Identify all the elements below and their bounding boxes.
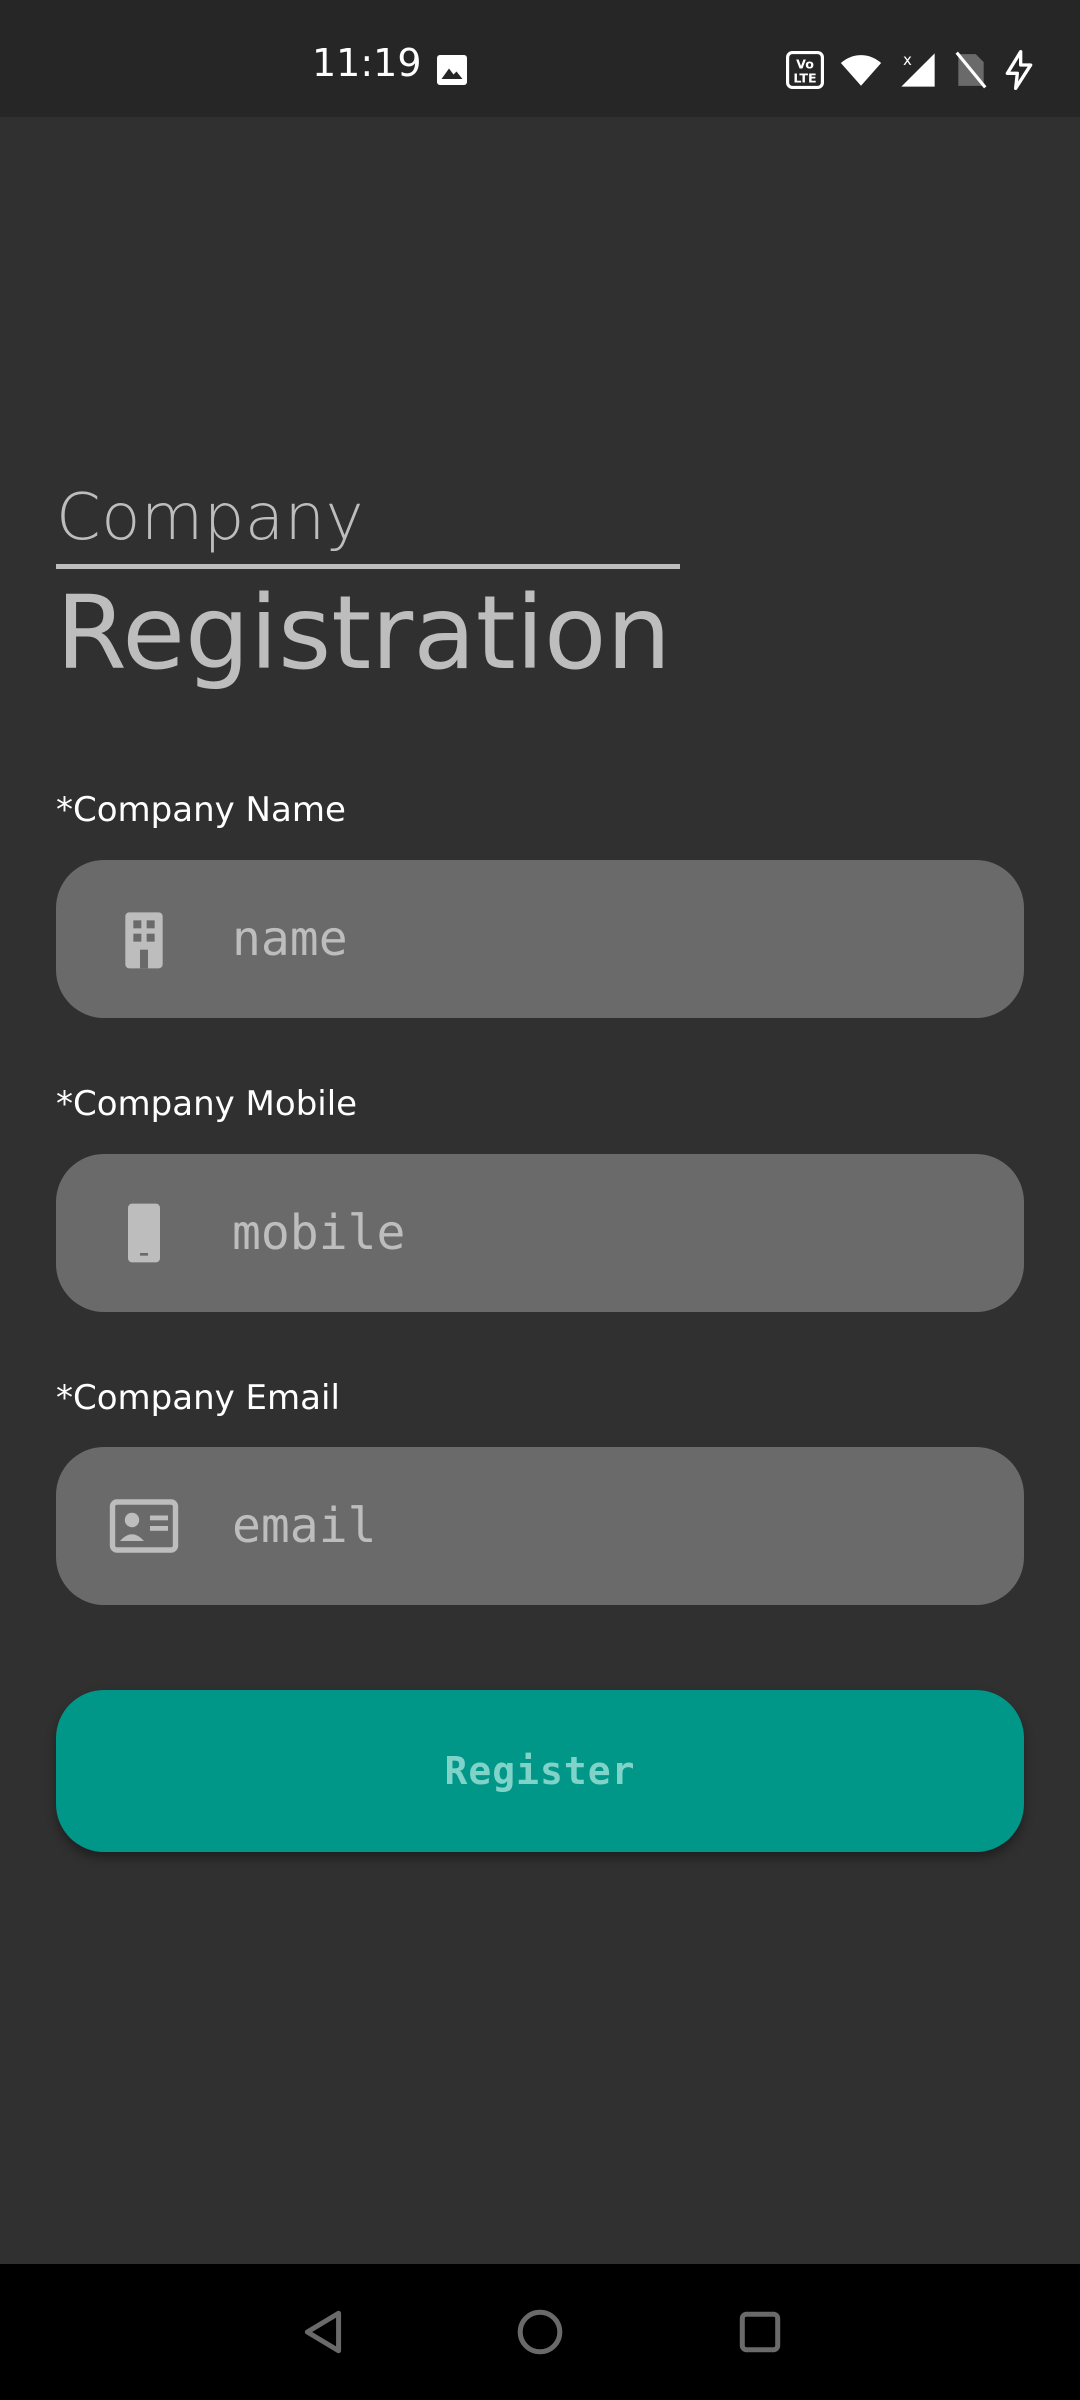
company-name-input[interactable] bbox=[232, 860, 992, 1018]
contact-card-icon bbox=[109, 1499, 179, 1553]
home-button[interactable] bbox=[500, 2292, 580, 2372]
status-bar: 11:19 Vo LTE x bbox=[0, 0, 1080, 117]
registration-screen: 11:19 Vo LTE x Company Registration *Com… bbox=[0, 0, 1080, 2400]
status-icons: Vo LTE x bbox=[786, 48, 1034, 92]
company-mobile-field[interactable] bbox=[56, 1154, 1024, 1312]
title-company: Company bbox=[56, 481, 364, 555]
no-sim-icon bbox=[955, 51, 987, 89]
company-name-label: *Company Name bbox=[56, 790, 346, 830]
back-button[interactable] bbox=[284, 2292, 364, 2372]
back-icon bbox=[304, 2310, 342, 2354]
register-button[interactable]: Register bbox=[56, 1690, 1024, 1852]
status-time: 11:19 bbox=[312, 41, 422, 85]
home-icon bbox=[517, 2309, 563, 2355]
company-email-label: *Company Email bbox=[56, 1378, 340, 1418]
volte-icon: Vo LTE bbox=[786, 51, 824, 89]
gallery-icon bbox=[437, 55, 467, 85]
navigation-bar bbox=[0, 2264, 1080, 2400]
title-underline bbox=[56, 564, 680, 569]
wifi-icon bbox=[840, 55, 882, 86]
recents-button[interactable] bbox=[720, 2292, 800, 2372]
page-title: Registration bbox=[56, 574, 672, 693]
svg-text:LTE: LTE bbox=[793, 71, 816, 86]
recents-icon bbox=[739, 2311, 781, 2353]
company-mobile-label: *Company Mobile bbox=[56, 1084, 358, 1124]
company-email-input[interactable] bbox=[232, 1447, 992, 1605]
company-email-field[interactable] bbox=[56, 1447, 1024, 1605]
signal-icon: x bbox=[901, 51, 935, 87]
phone-icon bbox=[128, 1203, 160, 1263]
company-mobile-input[interactable] bbox=[232, 1154, 992, 1312]
company-name-field[interactable] bbox=[56, 860, 1024, 1018]
building-icon bbox=[125, 912, 163, 969]
charging-icon bbox=[1005, 50, 1033, 90]
svg-text:Vo: Vo bbox=[796, 56, 814, 71]
svg-text:x: x bbox=[903, 51, 912, 69]
